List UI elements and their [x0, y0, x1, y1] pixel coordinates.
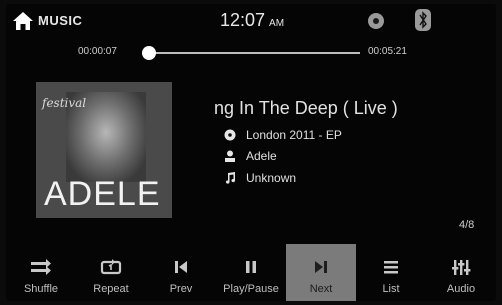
bluetooth-icon[interactable]	[415, 9, 431, 31]
shuffle-button[interactable]: Shuffle	[6, 244, 76, 301]
home-icon[interactable]	[12, 10, 34, 32]
elapsed-time: 00:00:07	[78, 46, 117, 57]
disc-icon[interactable]	[367, 12, 385, 30]
album-name: London 2011 - EP	[246, 128, 342, 142]
repeat-button[interactable]: Repeat	[76, 244, 146, 301]
person-icon	[225, 150, 235, 162]
playback-toolbar: Shuffle Repeat Prev Play/Pause Next List…	[6, 244, 496, 301]
artist-name: Adele	[246, 149, 277, 163]
clock-ampm: AM	[269, 18, 285, 29]
app-title: MUSIC	[38, 13, 83, 28]
repeat-label: Repeat	[93, 283, 129, 295]
album-art-artist-text: ADELE	[44, 175, 161, 213]
previous-icon	[175, 261, 187, 273]
genre-row: Unknown	[224, 171, 296, 185]
play-pause-button[interactable]: Play/Pause	[216, 244, 286, 301]
song-title: ng In The Deep ( Live )	[214, 98, 398, 118]
album-art-festival-text: festival	[42, 96, 87, 110]
list-icon	[384, 261, 398, 274]
prev-button[interactable]: Prev	[146, 244, 216, 301]
clock: 12:07 AM	[220, 10, 284, 31]
shuffle-icon	[31, 259, 51, 275]
progress-bar[interactable]	[142, 46, 360, 60]
list-label: List	[382, 283, 400, 295]
repeat-icon	[100, 259, 122, 275]
next-icon	[315, 261, 327, 273]
album-art: festival ADELE	[36, 82, 172, 218]
equalizer-icon	[452, 260, 471, 275]
pause-icon	[246, 261, 256, 273]
prev-label: Prev	[169, 283, 193, 295]
next-label: Next	[309, 283, 333, 295]
album-row: London 2011 - EP	[224, 128, 342, 142]
progress-knob[interactable]	[142, 46, 157, 60]
next-button[interactable]: Next	[286, 244, 356, 301]
list-button[interactable]: List	[356, 244, 426, 301]
audio-label: Audio	[446, 283, 476, 295]
artist-row: Adele	[224, 149, 277, 163]
total-time: 00:05:21	[368, 46, 407, 57]
audio-button[interactable]: Audio	[426, 244, 496, 301]
music-player-screen: MUSIC 12:07 AM 00:00:07 00:05:21 festival…	[6, 4, 496, 301]
disc-icon	[224, 129, 236, 141]
play-pause-label: Play/Pause	[223, 283, 279, 295]
shuffle-label: Shuffle	[23, 283, 59, 295]
genre-name: Unknown	[246, 171, 297, 185]
clock-time: 12:07	[220, 10, 266, 30]
track-counter: 4/8	[459, 219, 475, 231]
music-note-icon	[225, 172, 236, 184]
